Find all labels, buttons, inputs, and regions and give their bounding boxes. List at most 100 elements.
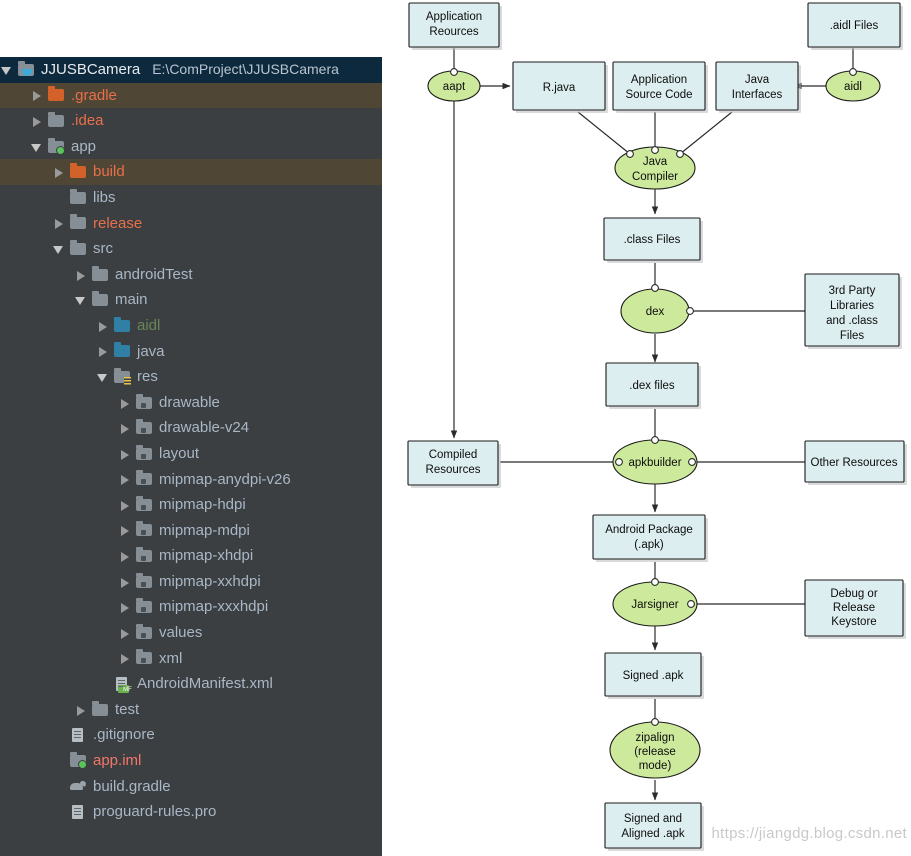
node-aapt: aapt <box>427 68 481 102</box>
node-label: Application <box>426 11 482 23</box>
chevron-right-icon[interactable] <box>118 498 132 512</box>
chevron-right-icon[interactable] <box>30 114 44 128</box>
tree-row[interactable]: app.iml <box>0 748 382 774</box>
chevron-right-icon[interactable] <box>118 549 132 563</box>
tree-row[interactable]: .idea <box>0 108 382 134</box>
gradle-file-icon <box>69 778 87 794</box>
connector-port <box>849 68 857 76</box>
tree-row[interactable]: .gradle <box>0 82 382 109</box>
tree-item-label: drawable-v24 <box>159 419 250 437</box>
chevron-right-icon[interactable] <box>118 421 132 435</box>
chevron-down-icon[interactable] <box>96 370 110 384</box>
node-other-resources: Other Resources <box>804 440 907 485</box>
tree-row[interactable]: java <box>0 339 382 365</box>
connector-port <box>626 150 634 158</box>
resource-dir-icon <box>135 470 153 487</box>
text-file-icon <box>69 804 87 820</box>
tree-row[interactable]: release <box>0 211 382 237</box>
node-label: Application <box>631 74 687 86</box>
tree-row[interactable]: drawable <box>0 390 382 416</box>
chevron-right-icon[interactable] <box>118 396 132 410</box>
tree-row[interactable]: mipmap-mdpi <box>0 518 382 544</box>
project-tree-panel[interactable]: JJUSBCamera E:\ComProject\JJUSBCamera .g… <box>0 57 382 856</box>
tree-row[interactable]: mipmap-anydpi-v26 <box>0 467 382 493</box>
connector-port <box>651 578 659 586</box>
tree-row[interactable]: main <box>0 287 382 313</box>
folder-icon-grey <box>91 700 109 718</box>
folder-icon-grey <box>47 111 65 129</box>
chevron-down-icon[interactable] <box>0 63 14 77</box>
node-apkbuilder: apkbuilder <box>612 436 698 485</box>
resource-dir-icon <box>135 521 153 538</box>
chevron-right-icon[interactable] <box>118 523 132 537</box>
tree-row[interactable]: xml <box>0 646 382 672</box>
node-label: Reources <box>429 26 478 38</box>
folder-icon-orange <box>47 86 65 103</box>
chevron-right-icon[interactable] <box>74 268 88 282</box>
node-label: Jarsigner <box>631 599 678 611</box>
node-label: (release <box>634 746 676 758</box>
chevron-down-icon[interactable] <box>30 140 44 154</box>
tree-row[interactable]: mipmap-xxxhdpi <box>0 594 382 620</box>
chevron-right-icon[interactable] <box>118 626 132 640</box>
node-label: Other Resources <box>811 457 898 469</box>
tree-row[interactable]: drawable-v24 <box>0 415 382 441</box>
tree-row[interactable]: mipmap-xxhdpi <box>0 569 382 595</box>
node-zipalign: zipalign (release mode) <box>609 718 701 779</box>
chevron-right-icon[interactable] <box>118 575 132 589</box>
tree-item-label: app <box>71 137 97 155</box>
tree-item-label: release <box>93 214 143 232</box>
chevron-right-icon[interactable] <box>74 703 88 717</box>
tree-row[interactable]: androidTest <box>0 262 382 288</box>
node-java-interfaces: Java Interfaces <box>715 61 801 113</box>
source-folder-icon <box>113 316 131 334</box>
tree-row[interactable]: src <box>0 236 382 262</box>
tree-item-label: src <box>93 240 113 258</box>
tree-row[interactable]: build <box>0 159 382 185</box>
node-label: Signed .apk <box>623 670 684 682</box>
tree-row[interactable]: MF AndroidManifest.xml <box>0 671 382 697</box>
tree-row[interactable]: mipmap-hdpi <box>0 492 382 518</box>
chevron-right-icon[interactable] <box>118 600 132 614</box>
tree-row[interactable]: res <box>0 364 382 390</box>
tree-row[interactable]: test <box>0 697 382 723</box>
tree-item-label: .idea <box>71 112 104 130</box>
tree-row[interactable]: aidl <box>0 313 382 339</box>
tree-row[interactable]: layout <box>0 441 382 467</box>
project-root-label: JJUSBCamera <box>41 61 141 78</box>
chevron-right-icon[interactable] <box>52 165 66 179</box>
chevron-right-icon[interactable] <box>118 651 132 665</box>
tree-row[interactable]: .gitignore <box>0 722 382 748</box>
node-third-party-libraries: 3rd Party Libraries and .class Files <box>804 273 902 349</box>
tree-item-label: androidTest <box>115 265 193 283</box>
tree-row-project-root[interactable]: JJUSBCamera E:\ComProject\JJUSBCamera <box>0 57 382 83</box>
tree-row[interactable]: proguard-rules.pro <box>0 799 382 825</box>
chevron-right-icon[interactable] <box>52 216 66 230</box>
connector-port <box>450 68 458 76</box>
chevron-down-icon[interactable] <box>74 293 88 307</box>
node-label: Compiled <box>429 449 478 461</box>
node-label: Resources <box>426 464 481 476</box>
chevron-right-icon[interactable] <box>118 472 132 486</box>
resource-dir-icon <box>135 598 153 615</box>
tree-row[interactable]: libs <box>0 185 382 211</box>
resource-dir-icon <box>135 495 153 513</box>
chevron-right-icon[interactable] <box>118 447 132 461</box>
chevron-right-icon[interactable] <box>30 88 44 102</box>
chevron-right-icon[interactable] <box>96 344 110 358</box>
chevron-right-icon[interactable] <box>96 319 110 333</box>
chevron-down-icon[interactable] <box>52 242 66 256</box>
tree-item-label: aidl <box>137 316 161 334</box>
tree-item-label: res <box>137 368 158 386</box>
node-compiled-resources: Compiled Resources <box>407 440 501 488</box>
tree-row[interactable]: mipmap-xhdpi <box>0 543 382 569</box>
tree-row[interactable]: app <box>0 134 382 160</box>
tree-row[interactable]: build.gradle <box>0 774 382 800</box>
resource-dir-icon <box>135 393 153 411</box>
tree-item-label: java <box>137 342 165 360</box>
node-label: .aidl Files <box>830 20 879 32</box>
res-folder-icon <box>113 367 131 386</box>
tree-row[interactable]: values <box>0 620 382 646</box>
node-application-resources: Application Reources <box>408 2 502 50</box>
